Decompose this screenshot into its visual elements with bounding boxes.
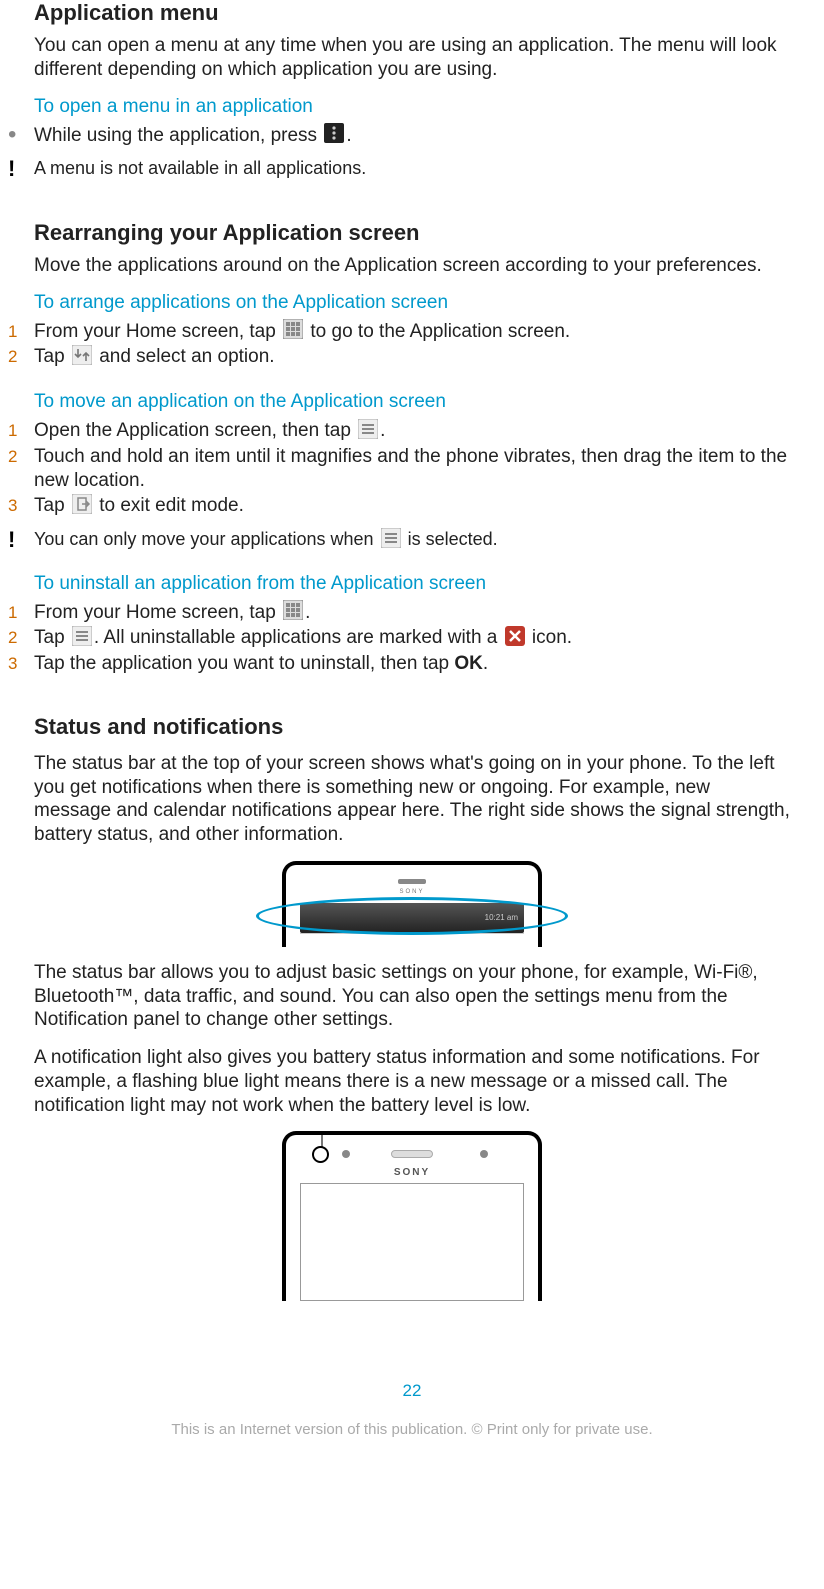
note-text: A menu is not available in all applicati… [34, 157, 790, 180]
para: The status bar at the top of your screen… [34, 752, 790, 847]
sort-icon [72, 345, 92, 365]
text: You can only move your applications when [34, 529, 379, 549]
step-text: Open the Application screen, then tap . [34, 419, 790, 443]
heading-application-menu: Application menu [34, 0, 790, 26]
step-number: 2 [8, 345, 34, 367]
heading-status-notifications: Status and notifications [34, 714, 790, 740]
list-icon [381, 528, 401, 548]
figure-notification-light: SONY [34, 1131, 790, 1301]
note-text: You can only move your applications when… [34, 528, 790, 551]
phone-brand-label: SONY [394, 1167, 430, 1178]
text: and select an option. [94, 346, 275, 367]
text: . [346, 125, 351, 146]
apps-grid-icon [283, 319, 303, 339]
step-text: While using the application, press . [34, 124, 790, 148]
step-text: Tap the application you want to uninstal… [34, 652, 790, 676]
text: . [483, 653, 488, 674]
ok-label: OK [454, 653, 483, 674]
figure-status-bar: SONY 10:21 am [34, 861, 790, 947]
subhead-uninstall-app: To uninstall an application from the App… [34, 573, 790, 595]
text: to exit edit mode. [94, 495, 244, 516]
step-number: 3 [8, 652, 34, 674]
text: Tap [34, 346, 70, 367]
para: You can open a menu at any time when you… [34, 34, 790, 82]
note-marker-icon: ! [8, 157, 34, 179]
step-number: 1 [8, 601, 34, 623]
text: icon. [527, 627, 572, 648]
callout-circle [312, 1146, 329, 1163]
text: to go to the Application screen. [305, 321, 570, 342]
subhead-arrange-apps: To arrange applications on the Applicati… [34, 292, 790, 314]
step-text: Tap . All uninstallable applications are… [34, 626, 790, 650]
phone-screen-frame [300, 1183, 524, 1301]
text: . [380, 420, 385, 441]
disclaimer-text: This is an Internet version of this publ… [34, 1421, 790, 1438]
step-text: Touch and hold an item until it magnifie… [34, 445, 790, 493]
exit-edit-icon [72, 494, 92, 514]
phone-camera [342, 1150, 350, 1158]
menu-key-icon [324, 123, 344, 143]
bullet-marker: • [8, 124, 34, 144]
callout-ellipse [256, 897, 568, 935]
para: Move the applications around on the Appl… [34, 254, 790, 278]
phone-screen-area [300, 933, 524, 947]
step-number: 1 [8, 419, 34, 441]
phone-illustration: SONY [282, 1131, 542, 1301]
text: Tap [34, 627, 70, 648]
step-number: 2 [8, 445, 34, 467]
text: . All uninstallable applications are mar… [94, 627, 503, 648]
text: Open the Application screen, then tap [34, 420, 356, 441]
step-number: 2 [8, 626, 34, 648]
text: is selected. [403, 529, 498, 549]
step-number: 1 [8, 320, 34, 342]
step-number: 3 [8, 494, 34, 516]
phone-sensor [480, 1150, 488, 1158]
phone-brand-label: SONY [399, 889, 424, 895]
phone-illustration: SONY 10:21 am [282, 861, 542, 947]
phone-speaker [398, 879, 426, 884]
heading-rearranging: Rearranging your Application screen [34, 220, 790, 246]
document-page: Application menu You can open a menu at … [0, 0, 824, 1458]
step-text: Tap and select an option. [34, 345, 790, 369]
list-icon [358, 419, 378, 439]
phone-earpiece [391, 1150, 433, 1158]
text: Tap the application you want to uninstal… [34, 653, 454, 674]
text: From your Home screen, tap [34, 602, 281, 623]
page-number: 22 [34, 1381, 790, 1401]
step-text: From your Home screen, tap . [34, 601, 790, 625]
para: The status bar allows you to adjust basi… [34, 961, 790, 1032]
note-marker-icon: ! [8, 528, 34, 550]
list-icon [72, 626, 92, 646]
text: . [305, 602, 310, 623]
subhead-move-app: To move an application on the Applicatio… [34, 391, 790, 413]
uninstall-x-icon [505, 626, 525, 646]
text: While using the application, press [34, 125, 322, 146]
subhead-open-menu: To open a menu in an application [34, 96, 790, 118]
step-text: From your Home screen, tap to go to the … [34, 320, 790, 344]
text: From your Home screen, tap [34, 321, 281, 342]
step-text: Tap to exit edit mode. [34, 494, 790, 518]
text: Tap [34, 495, 70, 516]
apps-grid-icon [283, 600, 303, 620]
page-footer: 22 This is an Internet version of this p… [34, 1381, 790, 1458]
para: A notification light also gives you batt… [34, 1046, 790, 1117]
